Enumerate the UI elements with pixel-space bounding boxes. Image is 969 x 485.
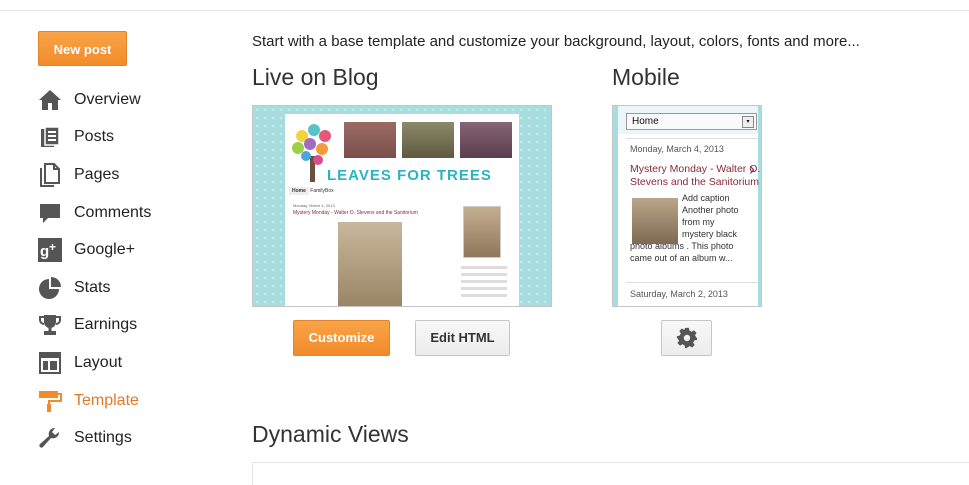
sidebar-item-label: Settings bbox=[74, 429, 132, 447]
template-intro-text: Start with a base template and customize… bbox=[252, 33, 860, 50]
gear-icon bbox=[676, 327, 697, 349]
dropdown-arrow-icon: ▾ bbox=[742, 116, 754, 128]
mobile-select-value: Home bbox=[632, 116, 659, 127]
pie-chart-icon bbox=[38, 276, 62, 300]
desktop-template-preview[interactable]: LEAVES FOR TREES Home FamilyBox Monday, … bbox=[252, 105, 552, 307]
sidebar-item-stats[interactable]: Stats bbox=[38, 269, 151, 307]
sidebar-item-google-plus[interactable]: g + Google+ bbox=[38, 231, 151, 269]
sidebar-item-label: Overview bbox=[74, 90, 141, 108]
top-divider bbox=[0, 10, 969, 11]
mobile-heading: Mobile bbox=[612, 64, 680, 90]
sidebar-item-posts[interactable]: Posts bbox=[38, 119, 151, 157]
header-photo bbox=[344, 122, 396, 158]
divider bbox=[626, 138, 758, 139]
pages-icon bbox=[38, 162, 62, 187]
svg-text:g: g bbox=[40, 243, 49, 260]
mobile-template-preview[interactable]: Home ▾ Monday, March 4, 2013 Mystery Mon… bbox=[612, 105, 762, 307]
posts-icon bbox=[38, 125, 62, 149]
sidebar-item-earnings[interactable]: Earnings bbox=[38, 307, 151, 345]
edit-html-button[interactable]: Edit HTML bbox=[415, 320, 510, 356]
new-post-button[interactable]: New post bbox=[38, 31, 127, 66]
blog-nav-other: FamilyBox bbox=[310, 188, 334, 194]
sidebar-item-label: Comments bbox=[74, 203, 152, 221]
blog-post-title: Mystery Monday - Walter O. Stevens and t… bbox=[293, 210, 418, 216]
header-photo bbox=[402, 122, 454, 158]
blog-page-preview: LEAVES FOR TREES Home FamilyBox Monday, … bbox=[285, 114, 519, 306]
sidebar-item-label: Google+ bbox=[74, 241, 135, 259]
google-plus-icon: g + bbox=[38, 238, 62, 263]
sidebar-item-settings[interactable]: Settings bbox=[38, 419, 151, 457]
comment-icon bbox=[38, 201, 62, 225]
mobile-post-date-2: Saturday, March 2, 2013 bbox=[630, 289, 728, 299]
blog-title: LEAVES FOR TREES bbox=[327, 167, 492, 184]
blog-sidebar-photo bbox=[463, 206, 501, 258]
blog-post-date: Monday, March 4, 2013 bbox=[293, 203, 335, 208]
paint-roller-icon bbox=[38, 389, 62, 413]
sidebar-item-template[interactable]: Template bbox=[38, 382, 151, 420]
trophy-icon bbox=[38, 313, 62, 337]
sidebar-item-label: Earnings bbox=[74, 316, 138, 334]
header-photo bbox=[460, 122, 512, 158]
customize-button[interactable]: Customize bbox=[293, 320, 390, 356]
mobile-page-select: Home ▾ bbox=[626, 113, 757, 130]
dynamic-views-panel bbox=[252, 462, 969, 485]
wrench-icon bbox=[38, 426, 62, 450]
sidebar-item-overview[interactable]: Overview bbox=[38, 81, 151, 119]
blog-post-photo bbox=[338, 222, 402, 306]
sidebar-item-layout[interactable]: Layout bbox=[38, 344, 151, 382]
svg-text:+: + bbox=[49, 240, 56, 254]
chevron-right-icon: › bbox=[749, 159, 755, 179]
dynamic-views-heading: Dynamic Views bbox=[252, 421, 409, 447]
layout-icon bbox=[38, 351, 62, 375]
mobile-post-title: Mystery Monday - Walter O. Stevens and t… bbox=[630, 163, 761, 188]
blog-nav-home: Home bbox=[289, 187, 309, 195]
sidebar-item-label: Posts bbox=[74, 128, 115, 146]
live-on-blog-heading: Live on Blog bbox=[252, 64, 379, 90]
blog-nav: Home FamilyBox bbox=[289, 187, 334, 195]
sidebar-item-label: Layout bbox=[74, 353, 123, 371]
mobile-settings-button[interactable] bbox=[661, 320, 712, 356]
blog-sidebar-widgets bbox=[461, 266, 507, 301]
mobile-post-date: Monday, March 4, 2013 bbox=[630, 144, 724, 154]
sidebar-nav: Overview Posts Pages Comments g + Google+… bbox=[38, 81, 151, 457]
sidebar-item-comments[interactable]: Comments bbox=[38, 194, 151, 232]
divider bbox=[626, 282, 758, 283]
sidebar-item-label: Stats bbox=[74, 278, 111, 296]
sidebar-item-pages[interactable]: Pages bbox=[38, 156, 151, 194]
mobile-post-photo bbox=[632, 198, 678, 244]
sidebar-item-label: Pages bbox=[74, 165, 120, 183]
sidebar-item-label: Template bbox=[74, 391, 139, 409]
mobile-page-preview: Home ▾ Monday, March 4, 2013 Mystery Mon… bbox=[618, 106, 760, 306]
home-icon bbox=[38, 88, 62, 112]
